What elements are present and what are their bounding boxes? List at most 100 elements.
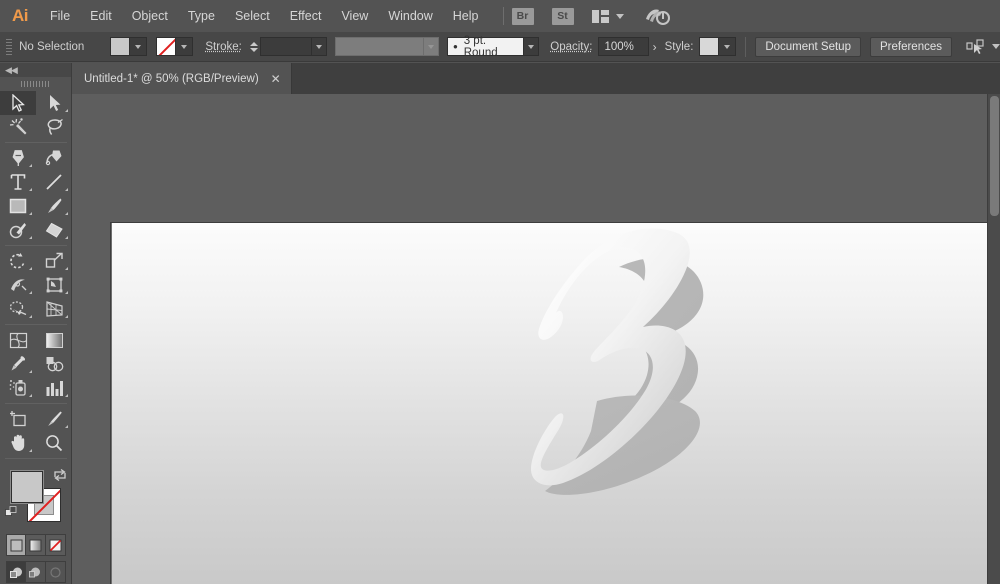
stroke-color-control[interactable] [156,37,194,56]
vertical-scrollbar[interactable] [987,94,1000,584]
default-fill-stroke-icon[interactable] [5,506,18,519]
line-segment-tool[interactable] [36,170,72,194]
selection-tool[interactable] [0,91,36,115]
stroke-color-swatch[interactable] [156,37,177,56]
menu-item-file[interactable]: File [40,0,80,32]
mesh-tool[interactable] [0,328,36,352]
flyout-indicator-icon [29,267,32,270]
menu-item-effect[interactable]: Effect [280,0,332,32]
direct-selection-tool[interactable] [36,91,72,115]
fill-indicator[interactable] [10,470,44,504]
stroke-weight-dropdown[interactable] [311,37,328,56]
rectangle-tool[interactable] [0,194,36,218]
gradient-mode-button[interactable] [26,535,46,555]
brush-definition-input[interactable]: • 3 pt. Round [447,35,524,59]
stroke-weight-label[interactable]: Stroke: [205,41,241,53]
creative-cloud-icon[interactable] [644,6,670,26]
menu-item-window[interactable]: Window [378,0,442,32]
blend-tool[interactable] [36,352,72,376]
graphic-style-dropdown[interactable] [719,37,737,56]
magic-wand-tool[interactable] [0,115,36,139]
free-transform-tool[interactable] [36,273,72,297]
shape-builder-tool[interactable] [0,297,36,321]
slice-tool[interactable] [36,407,72,431]
menu-item-type[interactable]: Type [178,0,225,32]
artboard[interactable] [110,222,1000,584]
flyout-indicator-icon [29,449,32,452]
close-icon[interactable]: ✕ [270,73,282,85]
column-graph-tool[interactable] [36,376,72,400]
tool-divider [5,245,67,246]
flyout-indicator-icon [65,212,68,215]
width-profile-dropdown[interactable] [423,37,440,56]
document-tab-bar: Untitled-1* @ 50% (RGB/Preview) ✕ [72,63,1000,94]
flyout-indicator-icon [29,370,32,373]
opacity-options-icon[interactable]: › [649,40,661,54]
color-mode-button[interactable] [7,535,27,555]
drag-grip-icon[interactable] [4,37,14,56]
chevron-down-icon [615,13,624,19]
eraser-tool[interactable] [36,218,72,242]
shaper-tool[interactable] [0,218,36,242]
type-tool[interactable] [0,170,36,194]
brush-definition-dropdown[interactable] [523,37,540,56]
symbol-sprayer-tool[interactable] [0,376,36,400]
pen-tool[interactable] [0,146,36,170]
align-objects-control[interactable] [966,38,1000,55]
stock-button[interactable]: St [551,7,574,25]
graphic-style-swatch[interactable] [699,37,720,56]
curvature-tool[interactable] [36,146,72,170]
menu-item-object[interactable]: Object [122,0,178,32]
gradient-tool[interactable] [36,328,72,352]
draw-inside-button[interactable] [46,562,65,582]
document-setup-button[interactable]: Document Setup [755,36,861,57]
stroke-color-dropdown[interactable] [176,37,194,56]
menu-item-select[interactable]: Select [225,0,280,32]
hand-tool[interactable] [0,431,36,455]
style-label: Style: [664,40,694,53]
menu-item-edit[interactable]: Edit [80,0,122,32]
width-profile-input[interactable] [335,37,424,56]
swap-fill-stroke-icon[interactable] [53,468,67,482]
document-tab[interactable]: Untitled-1* @ 50% (RGB/Preview) ✕ [72,63,292,94]
draw-behind-button[interactable] [26,562,46,582]
flyout-indicator-icon [65,188,68,191]
document-tab-title: Untitled-1* @ 50% (RGB/Preview) [84,72,259,85]
zoom-tool[interactable] [36,431,72,455]
fill-color-dropdown[interactable] [130,37,148,56]
rotate-tool[interactable] [0,249,36,273]
opacity-input[interactable]: 100% [598,37,649,56]
double-chevron-left-icon[interactable]: ◀◀ [5,65,18,76]
menu-item-view[interactable]: View [331,0,378,32]
menu-divider [502,7,504,25]
draw-normal-button[interactable] [7,562,27,582]
fill-color-control[interactable] [110,37,148,56]
fill-color-swatch[interactable] [110,37,131,56]
tools-panel-header[interactable]: ◀◀ [0,63,71,77]
panel-grip-icon[interactable] [0,77,71,91]
perspective-grid-tool[interactable] [36,297,72,321]
tool-divider [5,324,67,325]
artboard-tool[interactable] [0,407,36,431]
opacity-label[interactable]: Opacity: [550,41,592,53]
menu-item-help[interactable]: Help [443,0,489,32]
stroke-weight-input[interactable] [259,37,312,56]
vertical-scrollbar-thumb[interactable] [990,96,999,216]
preferences-button[interactable]: Preferences [869,36,952,57]
flyout-indicator-icon [65,236,68,239]
width-tool[interactable] [0,273,36,297]
paintbrush-tool[interactable] [36,194,72,218]
document-canvas-area[interactable] [72,94,1000,584]
fill-stroke-control [0,466,72,532]
bridge-button[interactable]: Br [511,7,534,25]
scale-tool[interactable] [36,249,72,273]
letter-b-artwork[interactable] [501,205,731,545]
lasso-tool[interactable] [36,115,72,139]
stroke-weight-stepper[interactable] [247,37,260,56]
graphic-style-control[interactable] [699,37,737,56]
tools-panel: ◀◀ [0,63,72,584]
flyout-indicator-icon [65,291,68,294]
eyedropper-tool[interactable] [0,352,36,376]
none-mode-button[interactable] [45,535,65,555]
workspace-switcher[interactable] [591,9,624,23]
